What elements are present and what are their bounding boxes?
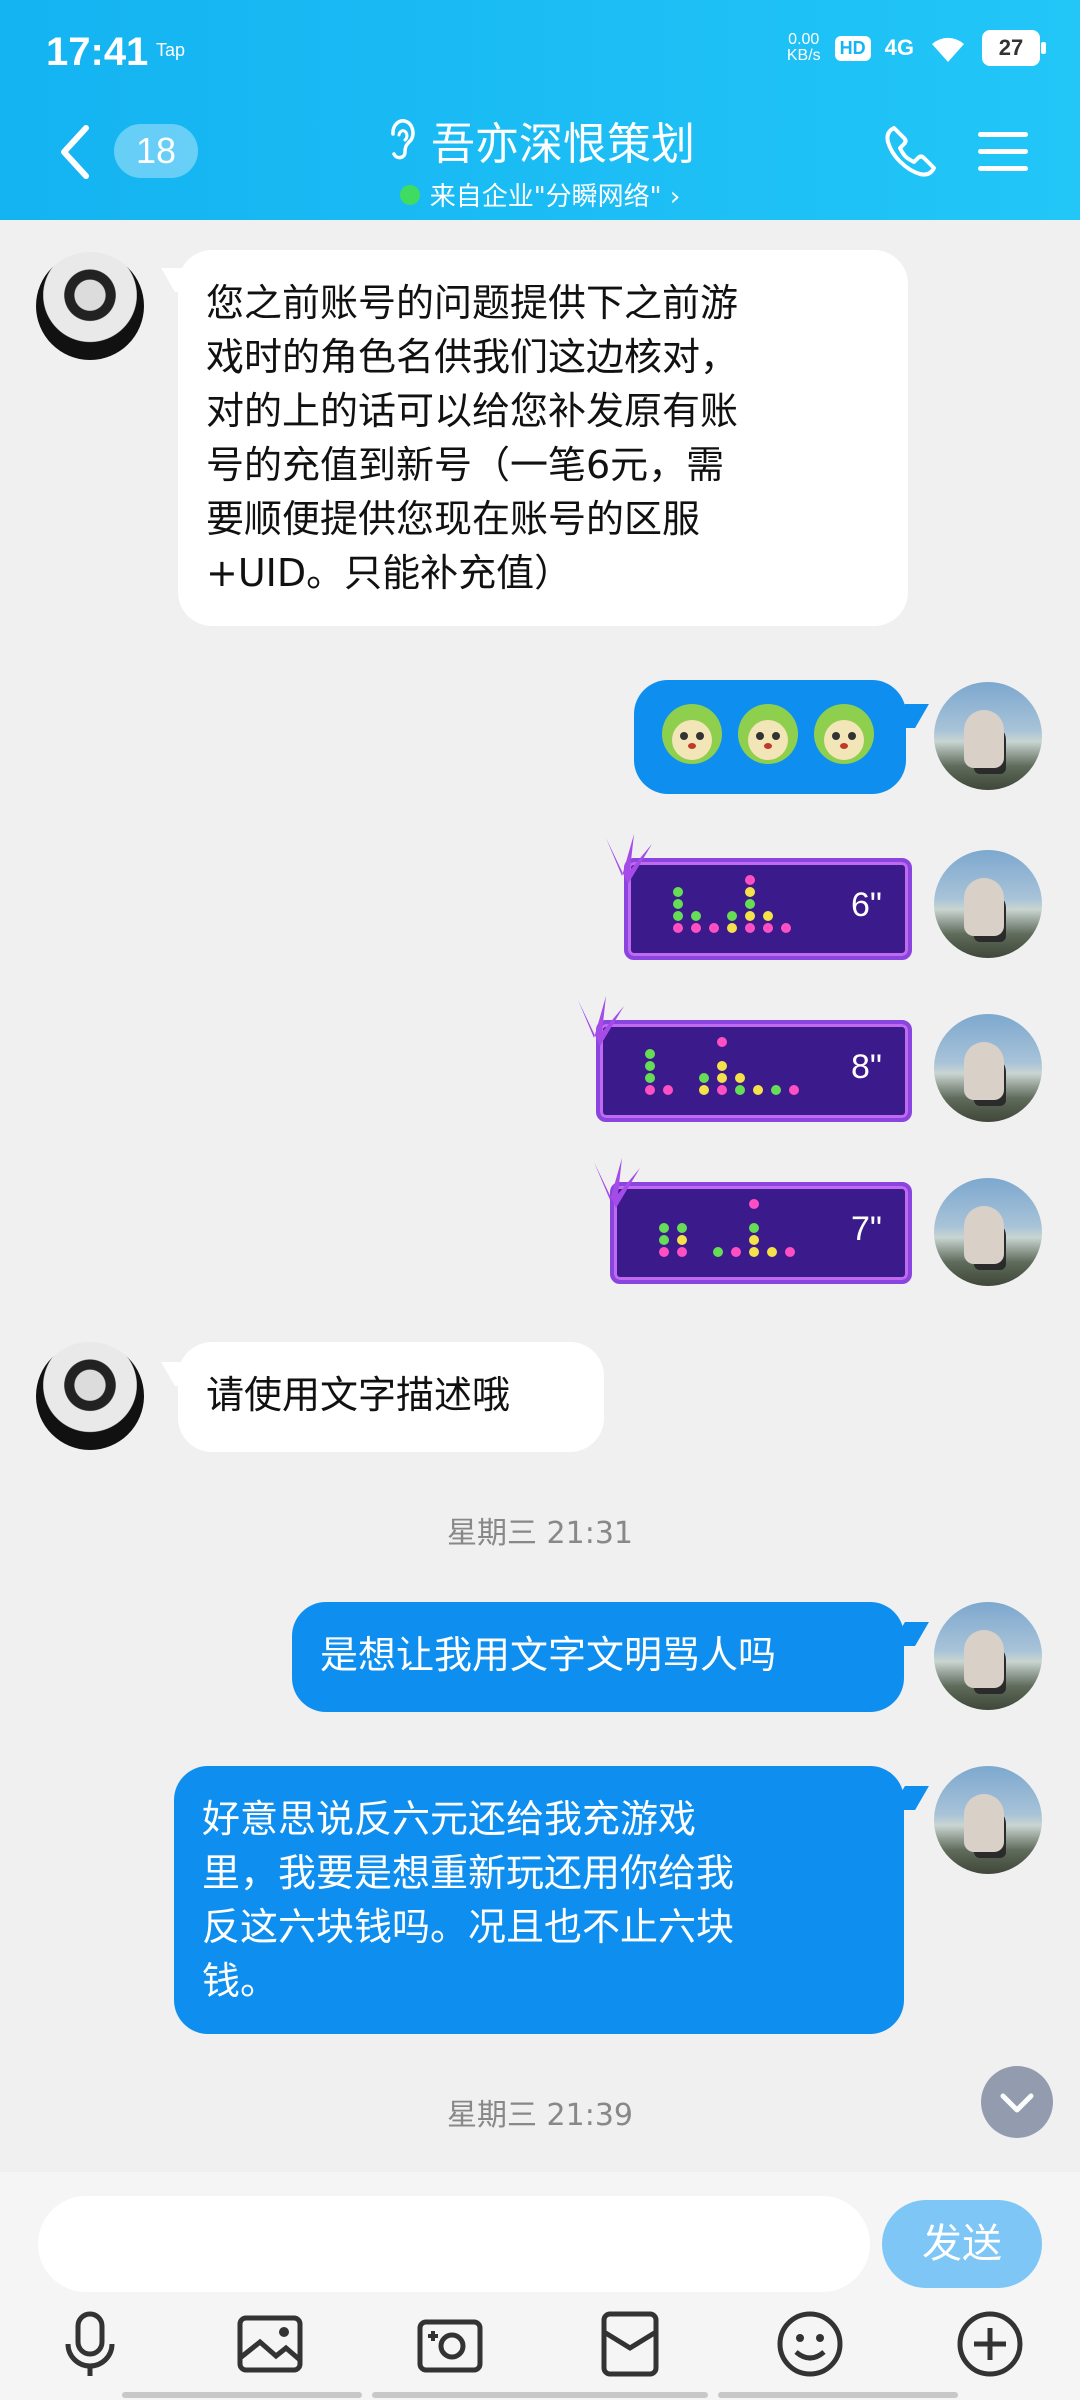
microphone-icon[interactable] xyxy=(52,2306,128,2382)
voice-waveform-icon xyxy=(673,875,791,933)
message-line: 您之前账号的问题提供下之前游 xyxy=(206,281,739,325)
scroll-to-bottom-button[interactable] xyxy=(981,2066,1053,2138)
message-line: 戏时的角色名供我们这边核对， xyxy=(206,335,739,379)
my-avatar[interactable] xyxy=(934,682,1042,790)
phone-icon[interactable] xyxy=(880,122,940,182)
signal-icon: 4G xyxy=(884,35,914,60)
voice-message[interactable]: 6" xyxy=(624,858,912,960)
message-bubble-incoming[interactable]: 您之前账号的问题提供下之前游 戏时的角色名供我们这边核对， 对的上的话可以给您补… xyxy=(178,250,908,626)
message-line: 要顺便提供您现在账号的区服 xyxy=(206,497,701,541)
message-line: 号的充值到新号（一笔6元，需 xyxy=(206,443,725,487)
chevron-down-icon xyxy=(1000,2093,1034,2113)
camera-icon[interactable] xyxy=(412,2306,488,2382)
network-speed-unit: KB/s xyxy=(786,47,821,64)
wifi-icon xyxy=(932,37,964,62)
my-avatar[interactable] xyxy=(934,1602,1042,1710)
online-status-dot xyxy=(399,184,420,205)
voice-duration: 6" xyxy=(851,886,882,924)
message-bubble-outgoing[interactable]: 是想让我用文字文明骂人吗 xyxy=(292,1602,904,1712)
voice-message[interactable]: 7" xyxy=(610,1182,912,1284)
status-time: 17:41 xyxy=(46,30,149,74)
status-icons: 0.00 KB/s HD 4G 27 xyxy=(787,30,1046,66)
chat-header: 17:41 Tap 0.00 KB/s HD 4G 27 18 吾亦深恨策划 来… xyxy=(0,0,1080,220)
contact-avatar[interactable] xyxy=(36,1342,144,1450)
message-line: 钱。 xyxy=(202,1959,279,2003)
crystal-decoration-icon xyxy=(594,1158,640,1208)
timestamp: 星期三 21:31 xyxy=(447,1516,633,1551)
cabbage-dog-emoji-icon xyxy=(662,704,722,764)
ear-icon xyxy=(391,119,415,160)
message-line: 反这六块钱吗。况且也不止六块 xyxy=(202,1905,735,1949)
timestamp: 星期三 21:39 xyxy=(447,2098,633,2133)
image-icon[interactable] xyxy=(232,2306,308,2382)
red-packet-icon[interactable] xyxy=(592,2306,668,2382)
message-bubble-outgoing[interactable]: 好意思说反六元还给我充游戏 里，我要是想重新玩还用你给我 反这六块钱吗。况且也不… xyxy=(174,1766,904,2034)
message-line: 对的上的话可以给您补发原有账 xyxy=(206,389,739,433)
message-line: 是想让我用文字文明骂人吗 xyxy=(320,1633,777,1677)
composer-toolbar xyxy=(0,2306,1080,2386)
my-avatar[interactable] xyxy=(934,1178,1042,1286)
page-title: 吾亦深恨策划 xyxy=(385,108,695,172)
crystal-decoration-icon xyxy=(578,996,624,1046)
contact-avatar[interactable] xyxy=(36,252,144,360)
cabbage-dog-emoji-icon xyxy=(738,704,798,764)
emoji-icon[interactable] xyxy=(772,2306,848,2382)
status-bar: 17:41 Tap 0.00 KB/s HD 4G 27 xyxy=(0,0,1080,100)
my-avatar[interactable] xyxy=(934,850,1042,958)
voice-duration: 8" xyxy=(851,1048,882,1086)
home-indicator xyxy=(718,2392,958,2398)
battery-icon: 27 xyxy=(982,30,1046,66)
cabbage-dog-emoji-icon xyxy=(814,704,874,764)
crystal-decoration-icon xyxy=(606,834,652,884)
contact-source-label: 来自企业"分瞬网络" › xyxy=(429,182,681,212)
message-line: +UID。只能补充值） xyxy=(206,551,573,595)
contact-source[interactable]: 来自企业"分瞬网络" › xyxy=(399,176,681,213)
send-button[interactable]: 发送 xyxy=(882,2200,1042,2288)
my-avatar[interactable] xyxy=(934,1014,1042,1122)
composer-bar: 发送 xyxy=(0,2172,1080,2400)
home-indicator xyxy=(122,2392,362,2398)
network-speed: 0.00 KB/s xyxy=(787,32,821,64)
message-input[interactable] xyxy=(38,2196,870,2292)
voice-waveform-icon xyxy=(659,1199,795,1257)
voice-message[interactable]: 8" xyxy=(596,1020,912,1122)
voice-duration: 7" xyxy=(851,1210,882,1248)
message-bubble-emoji[interactable] xyxy=(634,680,906,794)
hd-icon: HD xyxy=(834,35,871,61)
status-tap: Tap xyxy=(156,40,186,60)
plus-icon[interactable] xyxy=(952,2306,1028,2382)
message-line: 好意思说反六元还给我充游戏 xyxy=(202,1797,697,1841)
voice-waveform-icon xyxy=(645,1037,799,1095)
message-bubble-incoming[interactable]: 请使用文字描述哦 xyxy=(178,1342,604,1452)
network-speed-value: 0.00 xyxy=(788,31,820,48)
menu-icon[interactable] xyxy=(976,128,1030,176)
home-indicator xyxy=(372,2392,708,2398)
message-line: 请使用文字描述哦 xyxy=(206,1373,511,1417)
my-avatar[interactable] xyxy=(934,1766,1042,1874)
message-line: 里，我要是想重新玩还用你给我 xyxy=(202,1851,735,1895)
contact-name: 吾亦深恨策划 xyxy=(431,119,695,170)
